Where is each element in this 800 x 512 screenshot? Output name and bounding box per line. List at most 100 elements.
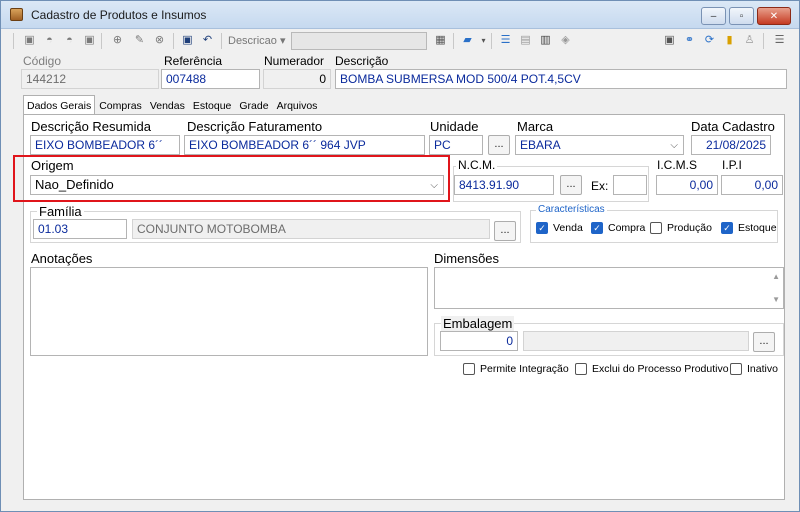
ipi-field[interactable]: 0,00: [721, 175, 783, 195]
tab-grade[interactable]: Grade: [235, 97, 272, 114]
close-button[interactable]: ✕: [757, 7, 791, 25]
numerador-field: 0: [263, 69, 331, 89]
checkmark-icon: ✓: [721, 222, 733, 234]
descricao-resumida-field[interactable]: EIXO BOMBEADOR 6´´: [30, 135, 180, 155]
copy-record-icon[interactable]: ◓: [63, 34, 76, 47]
origem-dropdown[interactable]: Nao_Definido ⌵: [30, 175, 444, 195]
unidade-label: Unidade: [430, 119, 479, 134]
tab-vendas[interactable]: Vendas: [146, 97, 189, 114]
refresh-icon[interactable]: ⟳: [703, 34, 716, 47]
barcode-icon[interactable]: ▥: [539, 34, 552, 47]
toolbar: ▣ ◓ ◓ ▣ ⊕ ✎ ⊗ ▣ ↶ Descricao ▾ ▦ ▰ ▾ ☰ ▤ …: [1, 30, 799, 52]
caracteristica-venda-checkbox[interactable]: ✓ Venda: [536, 222, 583, 234]
checkbox-empty-icon: [730, 363, 742, 375]
ncm-label: N.C.M.: [456, 158, 498, 172]
app-box-icon: [10, 8, 23, 21]
checkbox-label: Exclui do Processo Produtivo: [592, 363, 729, 375]
descricao-field[interactable]: BOMBA SUBMERSA MOD 500/4 POT.4,5CV: [335, 69, 787, 89]
familia-lookup-button[interactable]: ...: [494, 221, 516, 241]
familia-label: Família: [37, 204, 84, 219]
menu-icon[interactable]: ☰: [773, 34, 786, 47]
minimize-button[interactable]: –: [701, 7, 726, 25]
caracteristica-compra-checkbox[interactable]: ✓ Compra: [591, 222, 645, 234]
anotacoes-label: Anotações: [31, 251, 93, 266]
main-window: Cadastro de Produtos e Insumos – ▫ ✕ ▣ ◓…: [0, 0, 800, 512]
codigo-field: 144212: [21, 69, 159, 89]
search-field-label: Descricao: [228, 35, 277, 47]
descricao-resumida-label: Descrição Resumida: [31, 119, 151, 134]
unidade-lookup-button[interactable]: ...: [488, 135, 510, 155]
window-title: Cadastro de Produtos e Insumos: [31, 8, 207, 22]
delete-icon[interactable]: ⊗: [153, 34, 166, 47]
new-record-icon[interactable]: ▣: [23, 34, 36, 47]
inativo-checkbox[interactable]: Inativo: [730, 363, 778, 375]
codigo-label: Código: [23, 54, 62, 68]
checkbox-label: Compra: [608, 222, 646, 234]
print-icon[interactable]: ▣: [83, 34, 96, 47]
checkbox-label: Permite Integração: [480, 363, 569, 375]
toolbar-separator: [491, 33, 492, 49]
chevron-down-icon: ▾: [279, 35, 286, 47]
caracteristica-producao-checkbox[interactable]: Produção: [650, 222, 712, 234]
embalagem-description-field: [523, 331, 749, 351]
descricao-faturamento-field[interactable]: EIXO BOMBEADOR 6´´ 964 JVP: [184, 135, 425, 155]
ex-label: Ex:: [591, 179, 609, 193]
edit-record-icon[interactable]: ◓: [43, 34, 56, 47]
grid-icon[interactable]: ▤: [519, 34, 532, 47]
descricao-faturamento-label: Descrição Faturamento: [187, 119, 323, 134]
scroll-down-icon[interactable]: ▼: [772, 295, 780, 304]
scroll-up-icon[interactable]: ▲: [772, 272, 780, 281]
checkbox-empty-icon: [463, 363, 475, 375]
toolbar-separator: [173, 33, 174, 49]
filter-icon[interactable]: ▦: [434, 34, 447, 47]
chart-icon[interactable]: ▰: [461, 34, 474, 47]
checkbox-empty-icon: [575, 363, 587, 375]
ncm-field[interactable]: 8413.91.90: [454, 175, 554, 195]
unidade-field[interactable]: PC: [429, 135, 483, 155]
chart-dropdown-icon[interactable]: ▾: [477, 34, 490, 47]
exclui-processo-produtivo-checkbox[interactable]: Exclui do Processo Produtivo: [575, 363, 729, 375]
checkmark-icon: ✓: [591, 222, 603, 234]
checkbox-empty-icon: [650, 222, 662, 234]
embalagem-field[interactable]: 0: [440, 331, 518, 351]
ex-field[interactable]: [613, 175, 647, 195]
tab-estoque[interactable]: Estoque: [189, 97, 236, 114]
edit-icon[interactable]: ✎: [133, 34, 146, 47]
list-icon[interactable]: ☰: [499, 34, 512, 47]
ipi-label: I.P.I: [722, 158, 742, 172]
undo-icon[interactable]: ↶: [201, 34, 214, 47]
checkbox-label: Produção: [667, 222, 712, 234]
tab-strip: Dados Gerais Compras Vendas Estoque Grad…: [23, 95, 322, 114]
tag-icon[interactable]: ◈: [559, 34, 572, 47]
toolbar-separator: [453, 33, 454, 49]
anotacoes-textarea[interactable]: [30, 267, 428, 356]
save-icon[interactable]: ▣: [181, 34, 194, 47]
icms-field[interactable]: 0,00: [656, 175, 718, 195]
permite-integracao-checkbox[interactable]: Permite Integração: [463, 363, 569, 375]
tab-compras[interactable]: Compras: [95, 97, 146, 114]
embalagem-lookup-button[interactable]: ...: [753, 332, 775, 352]
search-input[interactable]: [291, 32, 427, 50]
data-cadastro-field[interactable]: 21/08/2025: [691, 135, 771, 155]
marca-dropdown[interactable]: EBARA ⌵: [515, 135, 684, 155]
familia-code-field[interactable]: 01.03: [33, 219, 127, 239]
origem-label: Origem: [31, 158, 74, 173]
checkbox-label: Estoque: [738, 222, 777, 234]
tab-arquivos[interactable]: Arquivos: [273, 97, 322, 114]
user-icon[interactable]: ♙: [743, 34, 756, 47]
search-field-dropdown[interactable]: Descricao ▾: [228, 32, 286, 50]
data-cadastro-label: Data Cadastro: [691, 119, 775, 134]
maximize-button[interactable]: ▫: [729, 7, 754, 25]
caracteristica-estoque-checkbox[interactable]: ✓ Estoque: [721, 222, 777, 234]
tab-dados-gerais[interactable]: Dados Gerais: [23, 95, 96, 114]
ncm-lookup-button[interactable]: ...: [560, 175, 582, 195]
origem-value: Nao_Definido: [35, 177, 114, 192]
calculator-icon[interactable]: ▣: [663, 34, 676, 47]
referencia-label: Referência: [164, 54, 223, 68]
bookmark-icon[interactable]: ▮: [723, 34, 736, 47]
dimensoes-textarea[interactable]: ▲ ▼: [434, 267, 784, 309]
add-icon[interactable]: ⊕: [111, 34, 124, 47]
referencia-field[interactable]: 007488: [161, 69, 260, 89]
numerador-label: Numerador: [264, 54, 325, 68]
link-icon[interactable]: ⚭: [683, 34, 696, 47]
